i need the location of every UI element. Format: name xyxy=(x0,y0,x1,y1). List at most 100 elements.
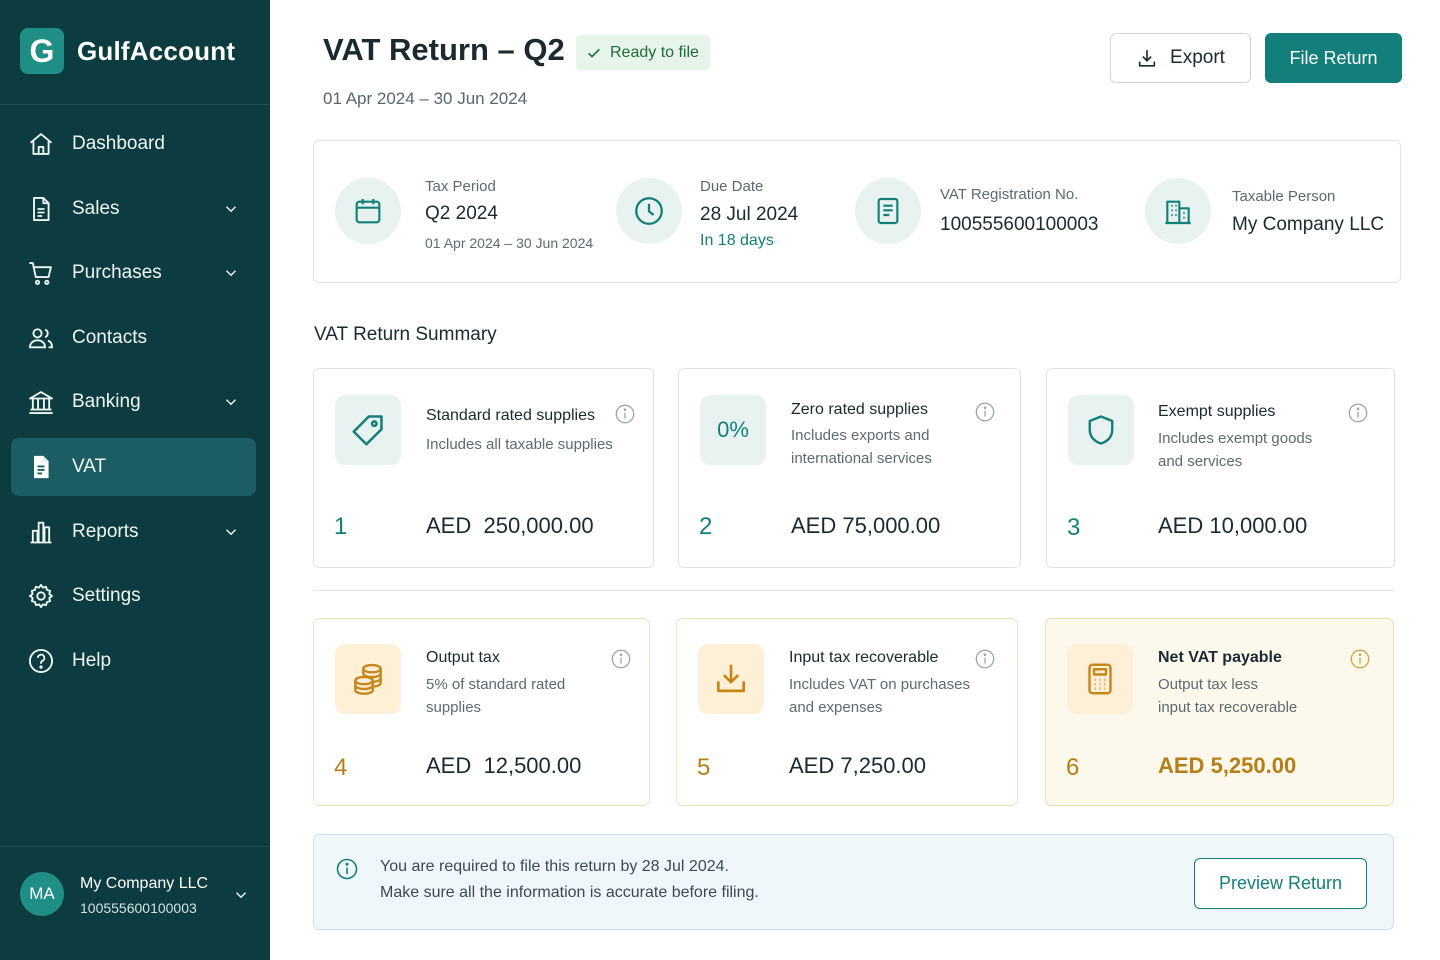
amount-value: 12,500.00 xyxy=(483,753,582,778)
tax-period-label: Tax Period xyxy=(425,178,496,195)
chevron-down-icon[interactable] xyxy=(222,200,240,218)
sidebar-item-banking[interactable]: Banking xyxy=(11,373,256,431)
registration-doc-icon xyxy=(855,178,921,244)
card-amount: AED 5,250.00 xyxy=(1158,753,1296,779)
vat-registration-label: VAT Registration No. xyxy=(940,186,1079,203)
brand-name: GulfAccount xyxy=(77,35,236,66)
sidebar-item-contacts[interactable]: Contacts xyxy=(11,309,256,367)
info-icon[interactable] xyxy=(1349,648,1371,670)
page-subtitle: 01 Apr 2024 – 30 Jun 2024 xyxy=(323,89,528,108)
card-description-line: Includes exports and xyxy=(791,427,930,444)
taxable-person-label: Taxable Person xyxy=(1232,188,1336,205)
coins-icon xyxy=(335,644,401,714)
sidebar-item-label: Sales xyxy=(72,197,120,219)
section-divider xyxy=(313,590,1394,591)
card-box-number: 1 xyxy=(334,513,348,540)
export-button[interactable]: Export xyxy=(1110,33,1251,83)
info-icon[interactable] xyxy=(614,403,636,425)
status-badge: Ready to file xyxy=(576,35,710,70)
brand[interactable]: G GulfAccount xyxy=(20,28,235,74)
document-icon xyxy=(33,196,50,221)
sidebar-item-label: Reports xyxy=(72,520,139,542)
currency-code: AED xyxy=(1158,753,1205,778)
brand-logo-icon: G xyxy=(20,28,64,74)
user-name: My Company LLC xyxy=(80,875,209,892)
card-description-line: Output tax less xyxy=(1158,676,1259,693)
home-icon xyxy=(29,133,53,155)
card-description-line: Includes all taxable supplies xyxy=(426,436,613,453)
preview-return-button[interactable]: Preview Return xyxy=(1194,858,1367,909)
due-date-countdown: In 18 days xyxy=(700,232,774,249)
section-title: VAT Return Summary xyxy=(314,324,497,345)
card-amount: AED 75,000.00 xyxy=(791,513,940,539)
amount-value: 5,250.00 xyxy=(1210,753,1297,778)
card-title: Output tax xyxy=(426,649,500,666)
sidebar-item-label: Banking xyxy=(72,391,141,413)
info-icon[interactable] xyxy=(974,401,996,423)
card-description-line: Includes VAT on purchases xyxy=(789,676,970,693)
card-description: Output tax less input tax recoverable xyxy=(1158,673,1297,719)
chevron-down-icon[interactable] xyxy=(232,886,250,904)
card-description-line: and services xyxy=(1158,453,1243,470)
card-description-line: and expenses xyxy=(789,699,883,716)
card-description: Includes exports and international servic… xyxy=(791,424,932,470)
card-description-line: 5% of standard rated xyxy=(426,676,566,693)
sidebar-item-label: VAT xyxy=(72,455,107,477)
summary-card-exempt[interactable]: Exempt supplies Includes exempt goods and… xyxy=(1046,368,1395,568)
notice-line-2: Make sure all the information is accurat… xyxy=(380,884,759,901)
export-button-label: Export xyxy=(1170,47,1225,68)
info-icon xyxy=(336,858,358,880)
sidebar: G GulfAccount Dashboard Sales Purchases … xyxy=(0,0,270,960)
card-description: Includes all taxable supplies xyxy=(426,433,613,456)
tax-period-value: Q2 2024 xyxy=(425,203,498,224)
calendar-icon xyxy=(335,178,401,244)
summary-card-net-vat-payable[interactable]: Net VAT payable Output tax less input tax… xyxy=(1045,618,1394,806)
file-return-button[interactable]: File Return xyxy=(1265,33,1402,83)
card-title: Zero rated supplies xyxy=(791,401,928,418)
user-switcher[interactable]: MA My Company LLC 100555600100003 xyxy=(0,846,270,960)
chevron-down-icon[interactable] xyxy=(222,264,240,282)
sidebar-item-purchases[interactable]: Purchases xyxy=(11,244,256,302)
chevron-down-icon[interactable] xyxy=(222,393,240,411)
summary-card-zero-rated[interactable]: 0% Zero rated supplies Includes exports … xyxy=(678,368,1021,568)
card-description: Includes VAT on purchases and expenses xyxy=(789,673,970,719)
sidebar-item-sales[interactable]: Sales xyxy=(11,180,256,238)
card-amount: AED 10,000.00 xyxy=(1158,513,1307,539)
info-icon[interactable] xyxy=(974,648,996,670)
card-amount: AED 7,250.00 xyxy=(789,753,926,779)
summary-card-input-tax[interactable]: Input tax recoverable Includes VAT on pu… xyxy=(676,618,1018,806)
taxable-person-value: My Company LLC xyxy=(1232,214,1385,235)
card-amount: AED 12,500.00 xyxy=(426,753,581,779)
notice-line-1: You are required to file this return by … xyxy=(380,858,729,875)
card-title: Input tax recoverable xyxy=(789,649,939,666)
chevron-down-icon[interactable] xyxy=(222,523,240,541)
calculator-icon xyxy=(1067,644,1133,714)
sidebar-item-help[interactable]: Help xyxy=(11,632,256,690)
sidebar-item-reports[interactable]: Reports xyxy=(11,503,256,561)
card-title: Exempt supplies xyxy=(1158,403,1276,420)
card-description: 5% of standard rated supplies xyxy=(426,673,565,719)
sidebar-item-dashboard[interactable]: Dashboard xyxy=(11,115,256,173)
due-date-value: 28 Jul 2024 xyxy=(700,204,799,225)
amount-value: 10,000.00 xyxy=(1209,513,1308,538)
currency-code: AED xyxy=(791,513,837,538)
clock-icon xyxy=(616,178,682,244)
currency-code: AED xyxy=(426,753,472,778)
sidebar-item-label: Purchases xyxy=(72,262,162,284)
user-trn: 100555600100003 xyxy=(80,900,197,916)
download-tray-icon xyxy=(698,644,764,714)
sidebar-item-settings[interactable]: Settings xyxy=(11,567,256,625)
info-icon[interactable] xyxy=(610,648,632,670)
amount-value: 75,000.00 xyxy=(842,513,941,538)
help-icon xyxy=(28,648,54,673)
summary-card-output-tax[interactable]: Output tax 5% of standard rated supplies … xyxy=(313,618,650,806)
card-title: Standard rated supplies xyxy=(426,407,595,424)
amount-value: 250,000.00 xyxy=(483,513,594,538)
tag-icon xyxy=(335,395,401,465)
summary-card-standard-rated[interactable]: Standard rated supplies Includes all tax… xyxy=(313,368,654,568)
sidebar-item-vat[interactable]: VAT xyxy=(11,437,256,496)
sidebar-divider xyxy=(0,104,270,105)
currency-code: AED xyxy=(789,753,835,778)
sidebar-item-label: Dashboard xyxy=(72,133,165,154)
info-icon[interactable] xyxy=(1347,402,1369,424)
